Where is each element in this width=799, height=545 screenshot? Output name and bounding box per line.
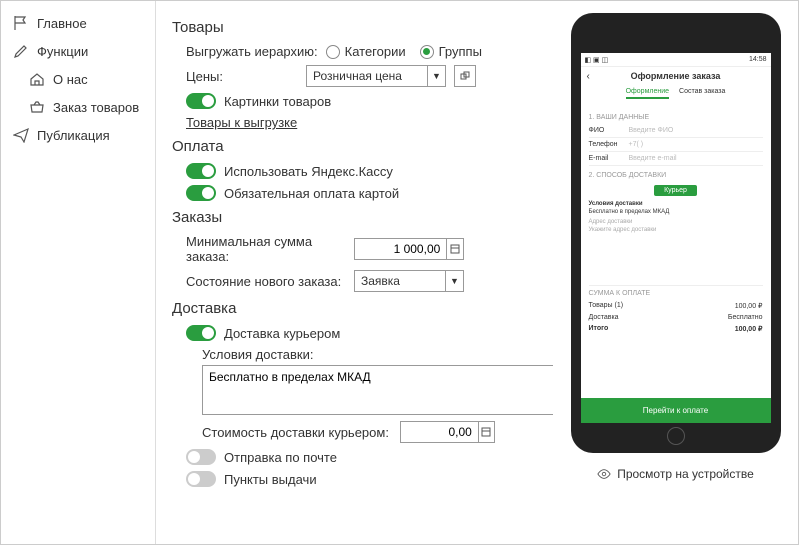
external-open-button[interactable] [454, 65, 476, 87]
yandex-kassa-label: Использовать Яндекс.Кассу [224, 164, 393, 179]
card-required-label: Обязательная оплата картой [224, 186, 399, 201]
pencil-icon [13, 43, 29, 59]
sidebar-item-main[interactable]: Главное [1, 9, 155, 37]
pickup-label: Пункты выдачи [224, 472, 317, 487]
prices-value: Розничная цена [307, 69, 427, 83]
phone-frame: ◧ ▣ ◫ 14:58 ‹ Оформление заказа Оформлен… [571, 13, 781, 453]
sidebar-item-label: Публикация [37, 128, 110, 143]
card-required-toggle[interactable] [186, 185, 216, 201]
radio-circle-icon [326, 45, 340, 59]
status-icons: ◧ ▣ ◫ [585, 56, 609, 64]
mail-label: Отправка по почте [224, 450, 337, 465]
delivery-cost-input[interactable] [401, 425, 478, 439]
back-icon: ‹ [587, 71, 590, 82]
sidebar-item-order-goods[interactable]: Заказ товаров [1, 93, 155, 121]
eye-icon [597, 467, 611, 481]
phone-courier-button: Курьер [654, 185, 697, 196]
phone-sect-data: 1. ВАШИ ДАННЫЕ [589, 114, 763, 121]
min-sum-label: Минимальная сумма заказа: [186, 234, 346, 264]
sidebar-item-label: Функции [37, 44, 88, 59]
phone-sect-delivery: 2. СПОСОБ ДОСТАВКИ [589, 172, 763, 179]
delivery-terms-label: Условия доставки: [202, 347, 314, 362]
prices-label: Цены: [186, 69, 298, 84]
radio-label: Категории [345, 44, 406, 59]
hierarchy-label: Выгружать иерархию: [186, 44, 318, 59]
external-icon [460, 71, 470, 81]
delivery-cost-label: Стоимость доставки курьером: [202, 425, 392, 440]
radio-categories[interactable]: Категории [326, 44, 406, 59]
phone-cta-button: Перейти к оплате [581, 398, 771, 423]
order-status-label: Состояние нового заказа: [186, 274, 346, 289]
sidebar-item-functions[interactable]: Функции [1, 37, 155, 65]
phone-screen: ◧ ▣ ◫ 14:58 ‹ Оформление заказа Оформлен… [581, 53, 771, 423]
order-status-select[interactable]: Заявка ▼ [354, 270, 464, 292]
calculator-icon[interactable] [478, 422, 494, 442]
upload-goods-link[interactable]: Товары к выгрузке [186, 115, 297, 130]
dropdown-icon[interactable]: ▼ [427, 66, 445, 86]
yandex-kassa-toggle[interactable] [186, 163, 216, 179]
preview-link-label: Просмотр на устройстве [617, 467, 754, 481]
phone-title: Оформление заказа [631, 71, 721, 81]
delivery-terms-textarea[interactable] [202, 365, 553, 415]
images-toggle-label: Картинки товаров [224, 94, 331, 109]
phone-preview-panel: ◧ ▣ ◫ 14:58 ‹ Оформление заказа Оформлен… [553, 1, 798, 544]
phone-tab-checkout: Оформление [626, 88, 669, 99]
preview-on-device-link[interactable]: Просмотр на устройстве [597, 467, 754, 481]
phone-time: 14:58 [749, 56, 767, 63]
min-sum-input[interactable] [355, 242, 446, 256]
courier-toggle[interactable] [186, 325, 216, 341]
phone-statusbar: ◧ ▣ ◫ 14:58 [581, 53, 771, 67]
section-title-delivery: Доставка [172, 300, 537, 317]
radio-circle-checked-icon [420, 45, 434, 59]
radio-groups[interactable]: Группы [420, 44, 482, 59]
prices-select[interactable]: Розничная цена ▼ [306, 65, 446, 87]
main-content: Товары Выгружать иерархию: Категории Гру… [156, 1, 553, 544]
flag-icon [13, 15, 29, 31]
sidebar-item-publish[interactable]: Публикация [1, 121, 155, 149]
plane-icon [13, 127, 29, 143]
basket-icon [29, 99, 45, 115]
sidebar-item-label: Заказ товаров [53, 100, 139, 115]
home-icon [29, 71, 45, 87]
sidebar-item-label: О нас [53, 72, 88, 87]
sidebar-item-about[interactable]: О нас [1, 65, 155, 93]
mail-toggle[interactable] [186, 449, 216, 465]
section-title-orders: Заказы [172, 209, 537, 226]
pickup-toggle[interactable] [186, 471, 216, 487]
dropdown-icon[interactable]: ▼ [445, 271, 463, 291]
calculator-icon[interactable] [446, 239, 463, 259]
order-status-value: Заявка [355, 274, 445, 288]
phone-tab-cart: Состав заказа [679, 88, 725, 99]
section-title-goods: Товары [172, 19, 537, 36]
section-title-payment: Оплата [172, 138, 537, 155]
radio-label: Группы [439, 44, 482, 59]
sidebar-item-label: Главное [37, 16, 87, 31]
phone-home-button-icon [667, 427, 685, 445]
images-toggle[interactable] [186, 93, 216, 109]
courier-label: Доставка курьером [224, 326, 340, 341]
sidebar: Главное Функции О нас Заказ товаров Публ… [1, 1, 156, 544]
